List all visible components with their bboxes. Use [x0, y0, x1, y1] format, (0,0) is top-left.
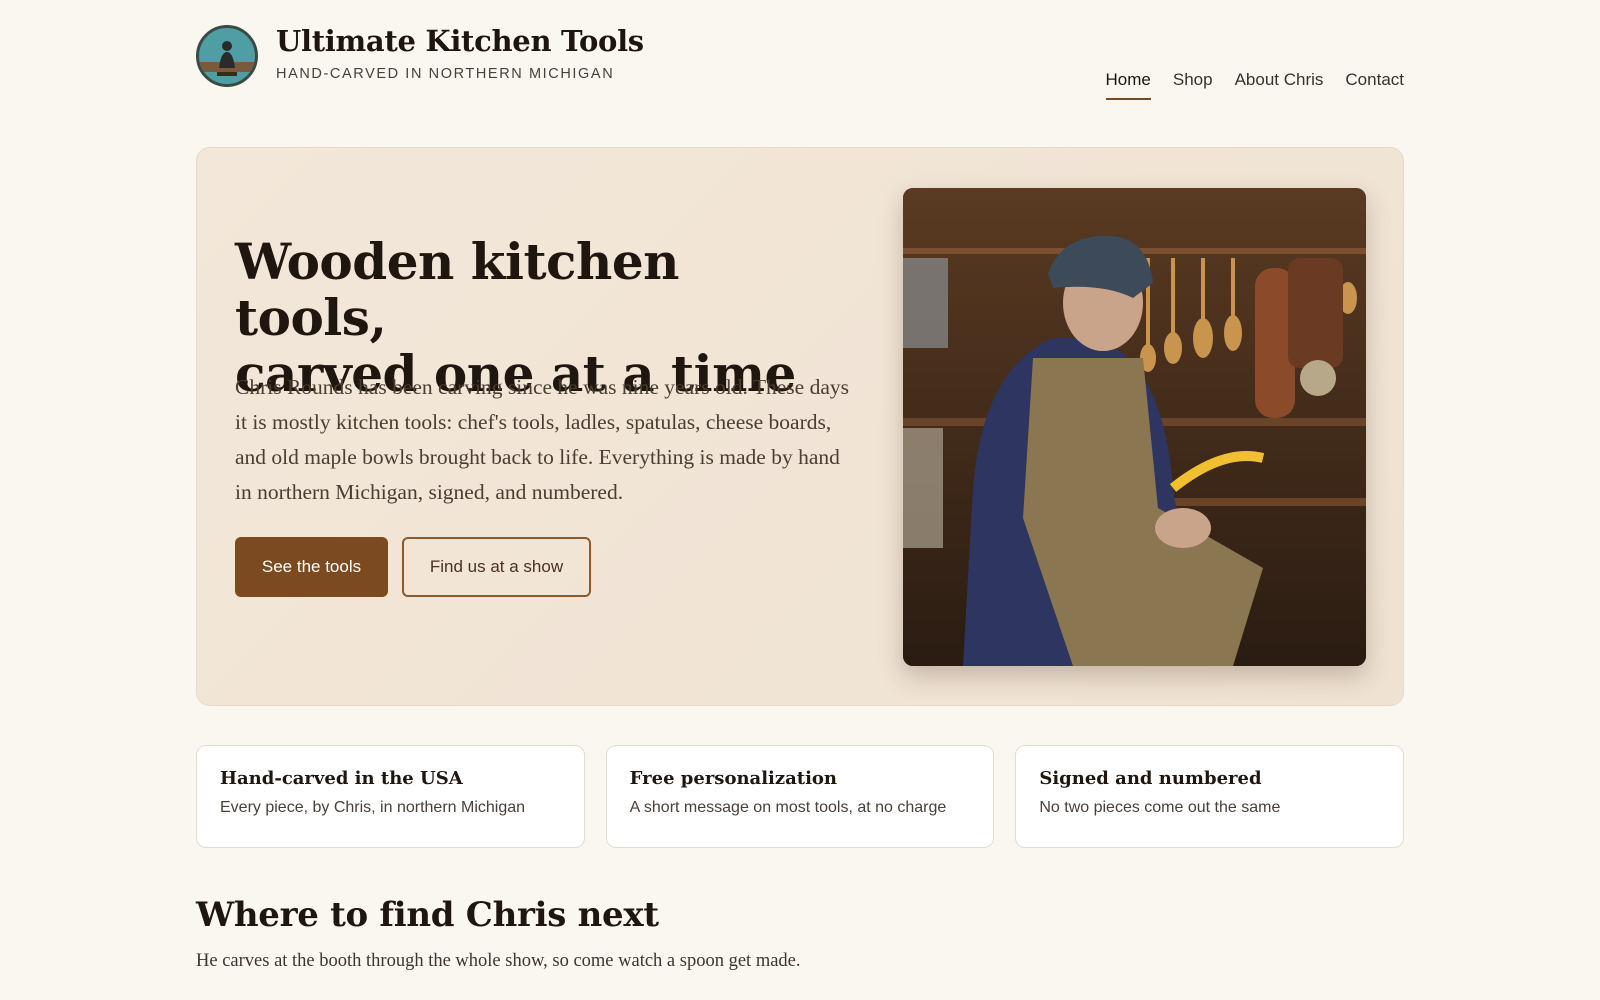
- shows-section: Where to find Chris next He carves at th…: [196, 895, 1404, 995]
- site-title[interactable]: Ultimate Kitchen Tools: [276, 24, 644, 58]
- see-the-tools-button[interactable]: See the tools: [235, 537, 388, 597]
- feature-card: Free personalization A short message on …: [605, 745, 995, 848]
- hero-heading-line1: Wooden kitchen tools,: [235, 232, 680, 347]
- find-us-at-a-show-button[interactable]: Find us at a show: [402, 537, 591, 597]
- carver-emblem-logo[interactable]: [196, 25, 258, 87]
- main-nav: Home Shop About Chris Contact: [1105, 70, 1404, 100]
- nav-about-chris[interactable]: About Chris: [1235, 70, 1324, 100]
- hero-description: Chris Rounds has been carving since he w…: [235, 375, 849, 504]
- shows-heading: Where to find Chris next: [196, 895, 659, 935]
- nav-home[interactable]: Home: [1105, 70, 1151, 100]
- feature-text: Every piece, by Chris, in northern Michi…: [220, 799, 526, 816]
- feature-card: Signed and numbered No two pieces come o…: [1015, 745, 1405, 848]
- site-header: Ultimate Kitchen Tools HAND-CARVED IN NO…: [196, 0, 1404, 120]
- feature-title: Hand-carved in the USA: [220, 768, 463, 789]
- feature-title: Signed and numbered: [1039, 768, 1262, 789]
- carver-workshop-photo: [903, 188, 1366, 666]
- feature-title: Free personalization: [629, 768, 838, 789]
- feature-card: Hand-carved in the USA Every piece, by C…: [196, 745, 585, 848]
- shows-subtext: He carves at the booth through the whole…: [196, 951, 801, 971]
- feature-text: A short message on most tools, at no cha…: [629, 799, 947, 816]
- hero-section: Wooden kitchen tools, carved one at a ti…: [196, 147, 1404, 706]
- feature-cards: Hand-carved in the USA Every piece, by C…: [196, 745, 1405, 848]
- nav-contact[interactable]: Contact: [1345, 70, 1404, 100]
- feature-text: No two pieces come out the same: [1039, 799, 1281, 816]
- nav-shop[interactable]: Shop: [1173, 70, 1213, 100]
- site-tagline: HAND-CARVED IN NORTHERN MICHIGAN: [276, 66, 615, 82]
